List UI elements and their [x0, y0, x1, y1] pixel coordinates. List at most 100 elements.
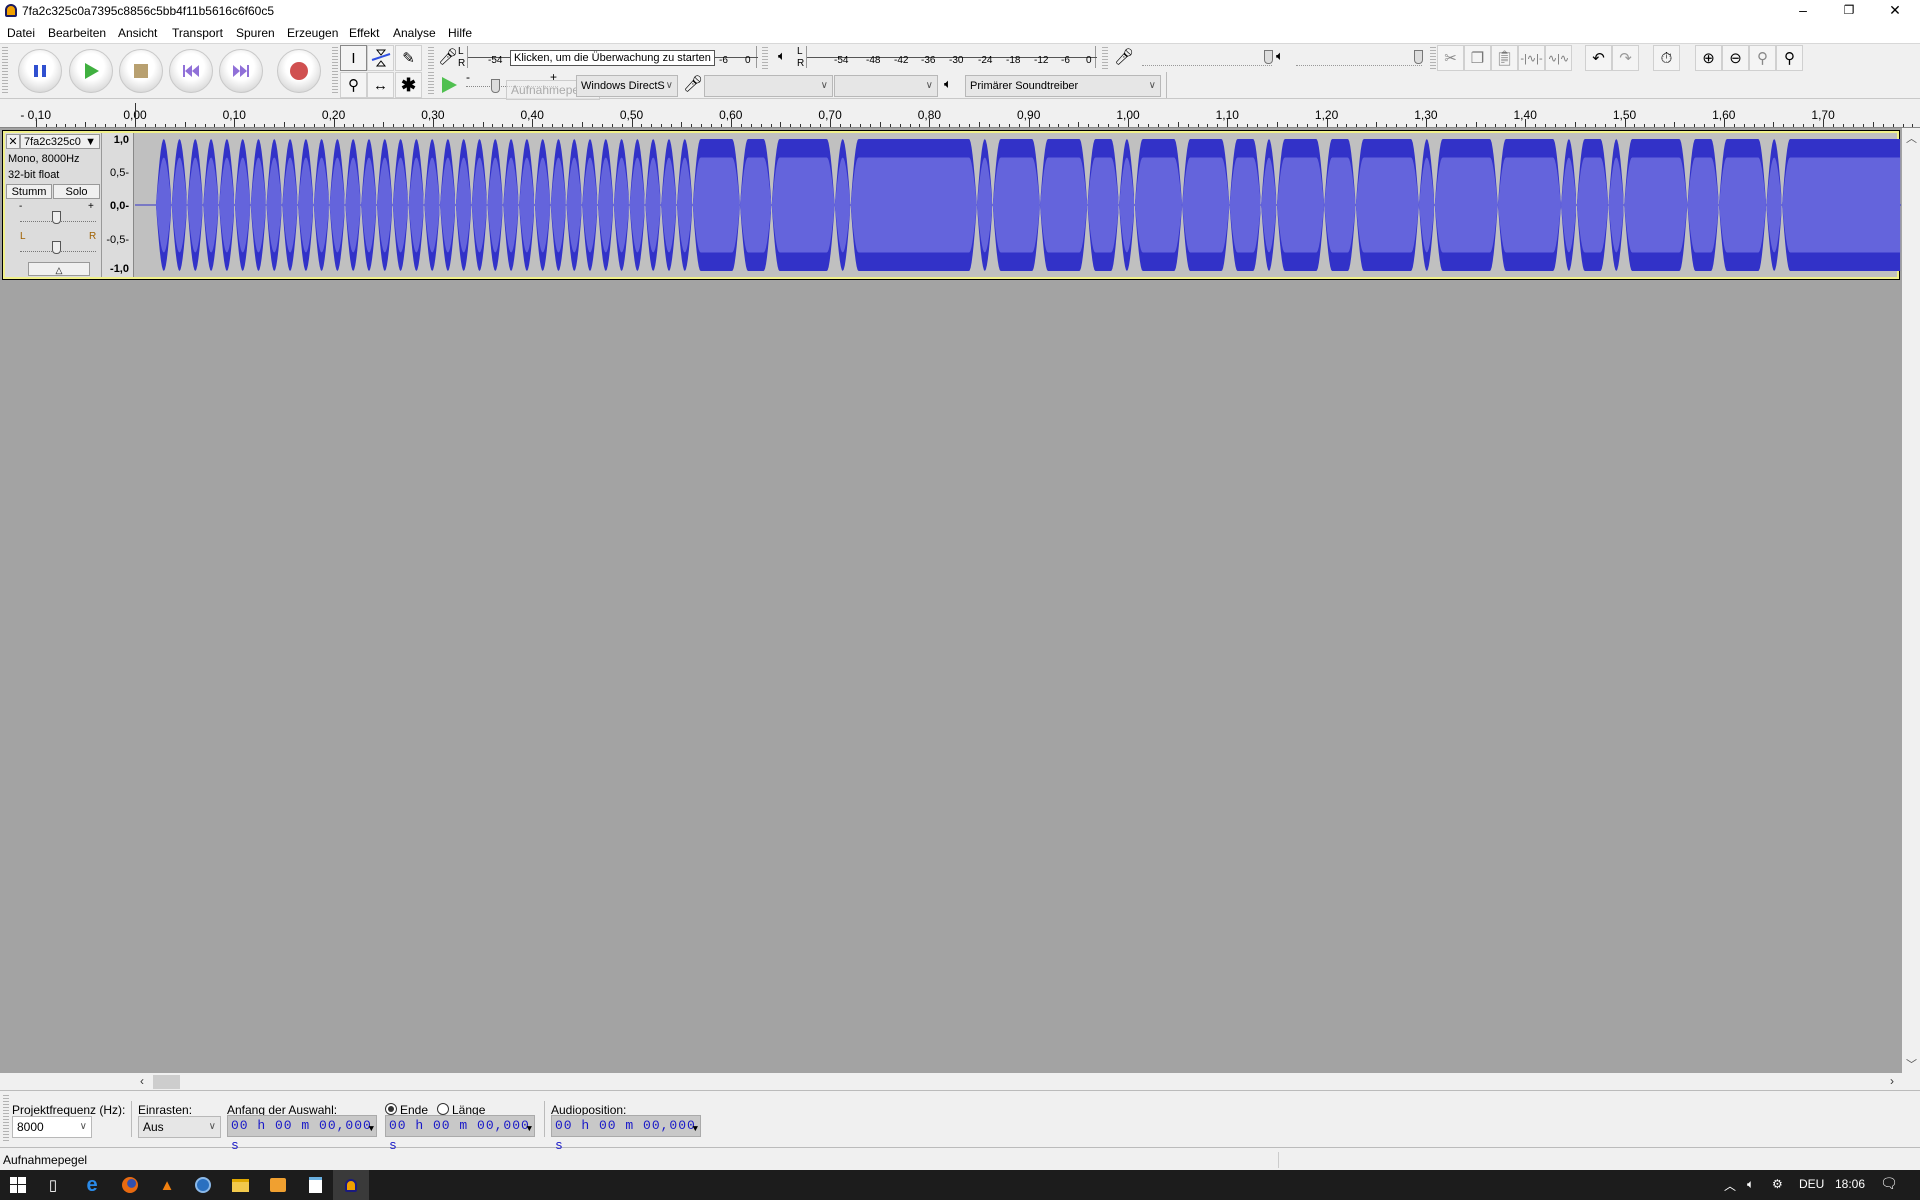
playback-volume-slider[interactable] — [1296, 48, 1423, 66]
redo-button[interactable]: ↷ — [1612, 45, 1639, 71]
toolbar-grip[interactable] — [428, 47, 434, 69]
copy-button[interactable]: ❐ — [1464, 45, 1491, 71]
photos-icon[interactable] — [260, 1170, 296, 1200]
toolbar-grip[interactable] — [332, 47, 338, 95]
audio-host-select[interactable]: Windows DirectS ∨ — [576, 75, 678, 97]
trim-button[interactable]: -|∿|- — [1518, 45, 1545, 71]
input-language[interactable]: DEU — [1799, 1177, 1824, 1191]
playhead-cursor[interactable] — [135, 103, 136, 127]
draw-tool[interactable]: ✎ — [395, 45, 422, 71]
paste-button[interactable]: 📋︎ — [1491, 45, 1518, 71]
network-icon[interactable]: ⚙︎ — [1772, 1177, 1783, 1191]
restore-button[interactable]: ❐ — [1826, 0, 1872, 22]
cut-button[interactable]: ✂ — [1437, 45, 1464, 71]
dropdown-triangle-icon[interactable]: ▼ — [693, 1119, 699, 1139]
scrollbar-thumb[interactable] — [153, 1075, 180, 1089]
edge-icon[interactable]: e — [74, 1170, 110, 1200]
menu-datei[interactable]: Datei — [7, 26, 35, 40]
clock[interactable]: 18:06 — [1835, 1177, 1865, 1191]
pause-button[interactable] — [18, 49, 62, 93]
menu-hilfe[interactable]: Hilfe — [448, 26, 472, 40]
horizontal-scrollbar[interactable]: ‹ › — [0, 1073, 1902, 1090]
start-button[interactable] — [0, 1170, 36, 1200]
selection-end-time[interactable]: 00 h 00 m 00,000 s ▼ — [385, 1115, 535, 1153]
menu-spuren[interactable]: Spuren — [236, 26, 275, 40]
gain-slider[interactable] — [20, 210, 96, 224]
silence-button[interactable]: ∿|∿ — [1545, 45, 1572, 71]
task-view-icon[interactable]: ▯ — [35, 1170, 71, 1200]
scroll-left-icon[interactable]: ‹ — [140, 1074, 144, 1088]
recording-channels-select[interactable]: ∨ — [834, 75, 938, 97]
vlc-icon[interactable]: ▲ — [149, 1170, 185, 1200]
pan-slider[interactable] — [20, 240, 96, 254]
menu-effekt[interactable]: Effekt — [349, 26, 379, 40]
menu-ansicht[interactable]: Ansicht — [118, 26, 157, 40]
dropdown-triangle-icon[interactable]: ▼ — [369, 1119, 375, 1139]
stop-button[interactable] — [119, 49, 163, 93]
minimize-button[interactable]: – — [1780, 0, 1826, 22]
audio-track[interactable]: ✕ 7fa2c325c0 ▼ Mono, 8000Hz 32-bit float … — [2, 130, 1901, 280]
file-explorer-icon[interactable] — [222, 1170, 258, 1200]
playback-meter[interactable]: -54 -48 -42 -36 -30 -24 -18 -12 -6 0 — [806, 46, 1097, 68]
snap-select[interactable]: Aus ∨ — [138, 1116, 221, 1138]
play-button[interactable] — [69, 49, 113, 93]
firefox-icon[interactable] — [112, 1170, 148, 1200]
track-menu-button[interactable]: 7fa2c325c0 ▼ — [20, 134, 100, 149]
record-button[interactable] — [277, 49, 321, 93]
slider-thumb[interactable] — [491, 79, 500, 93]
speaker-icon[interactable]: 🔈︎ — [778, 48, 786, 64]
slider-thumb[interactable] — [1264, 50, 1273, 64]
zoom-in-button[interactable]: ⊕ — [1695, 45, 1722, 71]
scroll-down-icon[interactable]: ﹀ — [1906, 1056, 1917, 1072]
slider-thumb[interactable] — [1414, 50, 1423, 64]
show-hidden-icons-icon[interactable]: ︿ — [1724, 1177, 1736, 1194]
microphone-icon[interactable]: 🎤︎ — [438, 47, 458, 67]
multi-tool[interactable]: ✱ — [395, 72, 422, 98]
sync-lock-button[interactable]: ⏱︎ — [1653, 45, 1680, 71]
undo-button[interactable]: ↶ — [1585, 45, 1612, 71]
collapse-track-button[interactable]: △ — [28, 262, 90, 276]
toolbar-grip[interactable] — [3, 1095, 9, 1143]
dropdown-triangle-icon[interactable]: ▼ — [527, 1119, 533, 1139]
solo-button[interactable]: Solo — [53, 184, 100, 199]
slider-thumb[interactable] — [52, 241, 61, 254]
menu-analyse[interactable]: Analyse — [393, 26, 436, 40]
timeline-ruler[interactable]: - 0,100,000,100,200,300,400,500,600,700,… — [0, 100, 1920, 128]
toolbar-grip[interactable] — [762, 47, 768, 69]
toolbar-grip[interactable] — [1102, 47, 1108, 69]
record-volume-slider[interactable] — [1142, 48, 1273, 66]
track-close-button[interactable]: ✕ — [6, 134, 20, 149]
amplitude-ruler[interactable]: 1,0 0,5- 0,0- -0,5- -1,0 — [102, 133, 134, 277]
notepad-icon[interactable] — [297, 1170, 333, 1200]
waveform[interactable] — [135, 133, 1901, 277]
toolbar-grip[interactable] — [1430, 47, 1436, 69]
zoom-tool[interactable]: ⚲ — [340, 72, 367, 98]
scroll-up-icon[interactable]: ︿ — [1906, 130, 1917, 146]
skip-to-start-button[interactable] — [169, 49, 213, 93]
close-button[interactable]: ✕ — [1872, 0, 1918, 22]
recording-device-select[interactable]: ∨ — [704, 75, 833, 97]
vertical-scrollbar[interactable]: ︿ ﹀ — [1902, 128, 1920, 1073]
menu-erzeugen[interactable]: Erzeugen — [287, 26, 338, 40]
selection-start-time[interactable]: 00 h 00 m 00,000 s ▼ — [227, 1115, 377, 1153]
action-center-icon[interactable]: 🗨︎ — [1880, 1175, 1898, 1192]
time-shift-tool[interactable]: ↔ — [367, 72, 394, 98]
menu-transport[interactable]: Transport — [172, 26, 223, 40]
zoom-out-button[interactable]: ⊖ — [1722, 45, 1749, 71]
envelope-tool[interactable] — [367, 45, 394, 71]
track-area[interactable]: ✕ 7fa2c325c0 ▼ Mono, 8000Hz 32-bit float … — [0, 128, 1902, 1073]
record-meter[interactable]: -54 -6 0 Klicken, um die Überwachung zu … — [467, 46, 758, 68]
fit-project-button[interactable]: ⚲ — [1776, 45, 1803, 71]
toolbar-grip[interactable] — [428, 72, 434, 96]
volume-icon[interactable]: 🔈︎ — [1747, 1177, 1754, 1192]
fit-selection-button[interactable]: ⚲ — [1749, 45, 1776, 71]
menu-bearbeiten[interactable]: Bearbeiten — [48, 26, 106, 40]
toolbar-grip[interactable] — [2, 47, 8, 95]
project-rate-select[interactable]: 8000 ∨ — [12, 1116, 92, 1138]
selection-tool[interactable]: I — [340, 45, 367, 71]
mute-button[interactable]: Stumm — [6, 184, 52, 199]
play-at-speed-button[interactable] — [435, 72, 462, 98]
playback-device-select[interactable]: Primärer Soundtreiber ∨ — [965, 75, 1161, 97]
scroll-right-icon[interactable]: › — [1890, 1074, 1894, 1088]
thunderbird-icon[interactable] — [185, 1170, 221, 1200]
